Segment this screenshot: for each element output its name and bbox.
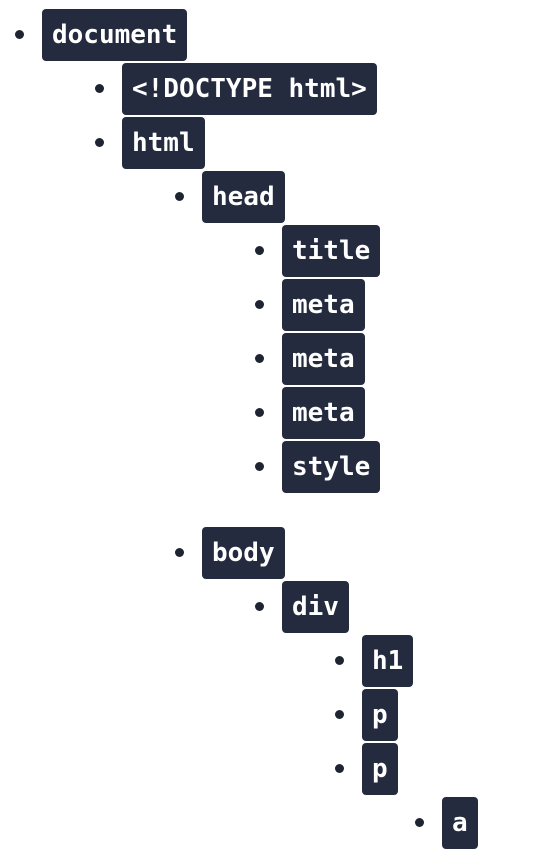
bullet-icon (15, 30, 24, 39)
bullet-icon (95, 84, 104, 93)
node-label: <!DOCTYPE html> (122, 63, 377, 115)
node-label: html (122, 117, 205, 169)
bullet-icon (175, 548, 184, 557)
bullet-icon (255, 354, 264, 363)
node-label: div (282, 581, 349, 633)
bullet-icon (335, 710, 344, 719)
node-label: p (362, 689, 398, 741)
node-label: meta (282, 279, 365, 331)
bullet-icon (255, 462, 264, 471)
bullet-icon (415, 818, 424, 827)
bullet-icon (95, 138, 104, 147)
node-label: title (282, 225, 381, 277)
bullet-icon (335, 656, 344, 665)
node-label: a (442, 797, 478, 849)
node-label: document (42, 9, 188, 61)
node-label: head (202, 171, 285, 223)
node-label: meta (282, 387, 365, 439)
node-label: meta (282, 333, 365, 385)
node-label: body (202, 527, 285, 579)
bullet-icon (175, 192, 184, 201)
node-label: p (362, 743, 398, 795)
bullet-icon (335, 764, 344, 773)
node-label: h1 (362, 635, 414, 687)
bullet-icon (255, 408, 264, 417)
node-label: style (282, 441, 381, 493)
bullet-icon (255, 246, 264, 255)
bullet-icon (255, 602, 264, 611)
bullet-icon (255, 300, 264, 309)
